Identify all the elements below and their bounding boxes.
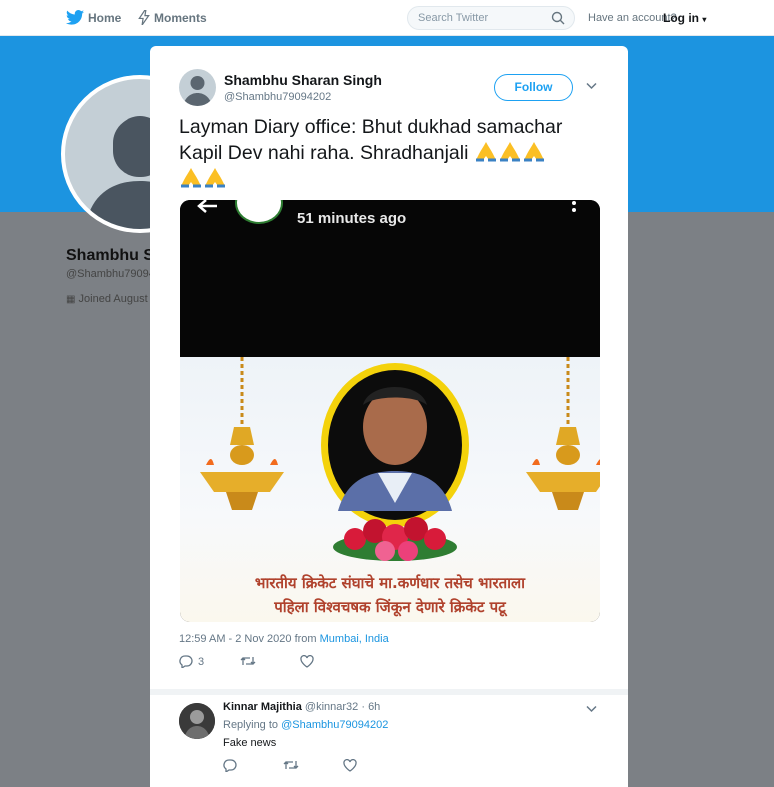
close-icon[interactable] <box>738 6 762 30</box>
caret-down-icon: ▾ <box>702 15 707 24</box>
media-screenshot-header: 51 minutes ago <box>180 200 600 357</box>
author-avatar[interactable] <box>179 69 216 106</box>
tweet-actions: 3 <box>179 655 379 673</box>
folded-hands-icon <box>475 142 496 162</box>
timestamp-text: 12:59 AM - 2 Nov 2020 from <box>179 633 317 645</box>
tweet-media[interactable]: 51 minutes ago भारतीय क्रिकेट संघाचे मा.… <box>180 200 600 622</box>
reply-text: Fake news <box>223 737 277 749</box>
retweet-icon <box>283 761 299 769</box>
replying-to: Replying to @Shambhu79094202 <box>223 719 388 731</box>
reply-time: · 6h <box>361 701 381 713</box>
reply-actions <box>223 759 403 775</box>
nav-moments-label: Moments <box>154 10 207 25</box>
follow-button[interactable]: Follow <box>494 74 573 101</box>
twitter-bird-icon <box>66 10 84 25</box>
caption-line-1: भारतीय क्रिकेट संघाचे मा.कर्णधार तसेच भा… <box>254 574 526 592</box>
tribute-image: भारतीय क्रिकेट संघाचे मा.कर्णधार तसेच भा… <box>180 357 600 622</box>
location-link[interactable]: Mumbai, India <box>320 633 389 645</box>
reply-button[interactable]: 3 <box>179 655 204 668</box>
folded-hands-icon <box>499 142 520 162</box>
user-photo <box>179 703 215 739</box>
folded-hands-icon <box>181 168 201 188</box>
heart-icon <box>300 655 314 668</box>
login-link[interactable]: Log in ▾ <box>663 11 706 25</box>
page-logo <box>235 200 283 224</box>
replying-prefix: Replying to <box>223 719 279 731</box>
retweet-button[interactable] <box>240 655 256 667</box>
lightning-icon <box>138 10 150 25</box>
search-placeholder: Search Twitter <box>418 12 489 24</box>
search-input[interactable]: Search Twitter <box>407 6 575 30</box>
retweet-button[interactable] <box>283 759 299 771</box>
media-time-label: 51 minutes ago <box>297 210 407 227</box>
heart-icon <box>343 759 357 772</box>
folded-hands-icon <box>523 142 544 162</box>
tweet-modal: Shambhu Sharan Singh @Shambhu79094202 Fo… <box>150 46 628 787</box>
nav-moments[interactable]: Moments <box>138 10 207 25</box>
replying-to-link[interactable]: @Shambhu79094202 <box>281 719 388 731</box>
author-handle[interactable]: @Shambhu79094202 <box>224 91 331 103</box>
reply-author[interactable]: Kinnar Majithia @kinnar32 · 6h <box>223 701 380 713</box>
chevron-down-icon[interactable] <box>586 82 597 90</box>
reply-icon <box>179 655 193 668</box>
login-label: Log in <box>663 11 699 25</box>
tweet-timestamp: 12:59 AM - 2 Nov 2020 from Mumbai, India <box>179 633 389 645</box>
rose-bouquet <box>333 517 457 561</box>
author-name[interactable]: Shambhu Sharan Singh <box>224 72 382 88</box>
profile-joined: ▦ Joined August <box>66 293 148 305</box>
reply-author-handle: @kinnar32 <box>304 701 359 713</box>
reply-divider <box>150 689 628 695</box>
reply-avatar[interactable] <box>179 703 215 739</box>
chevron-down-icon[interactable] <box>586 705 597 713</box>
folded-hands-icon <box>205 168 225 188</box>
reply-button[interactable] <box>223 759 237 772</box>
reply-icon <box>223 759 237 772</box>
like-button[interactable] <box>300 655 314 668</box>
reply-author-name: Kinnar Majithia <box>223 701 302 713</box>
profile-handle: @Shambhu79094 <box>66 268 155 280</box>
retweet-icon <box>240 657 256 665</box>
like-button[interactable] <box>343 759 357 772</box>
profile-name: Shambhu S <box>66 247 155 264</box>
more-vertical-icon <box>572 201 576 212</box>
calendar-icon: ▦ <box>66 294 76 305</box>
default-avatar-icon <box>183 76 212 106</box>
back-arrow-icon <box>197 200 217 213</box>
joined-label: Joined August <box>78 293 148 305</box>
oil-lamp-icon <box>200 357 284 510</box>
caption-line-2: पहिला विश्वचषक जिंकून देणारे क्रिकेट पटू <box>274 598 506 616</box>
nav-home-label: Home <box>88 10 122 25</box>
oil-lamp-icon <box>526 357 600 510</box>
nav-home[interactable]: Home <box>66 10 121 25</box>
search-icon[interactable] <box>551 11 565 25</box>
reply-count: 3 <box>198 655 205 668</box>
top-navigation: Home Moments Search Twitter Have an acco… <box>0 0 774 36</box>
tweet-text: Layman Diary office: Bhut dukhad samacha… <box>179 115 599 192</box>
